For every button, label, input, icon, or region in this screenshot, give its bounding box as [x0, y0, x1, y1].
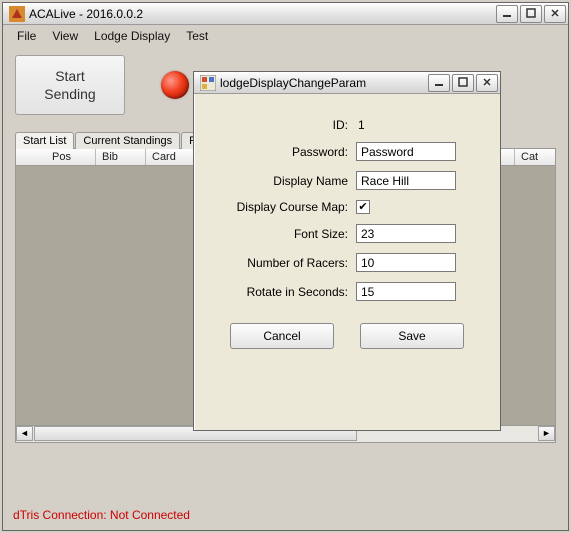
value-id: 1 — [356, 118, 365, 132]
menu-test[interactable]: Test — [186, 29, 208, 43]
cancel-button[interactable]: Cancel — [230, 323, 334, 349]
save-button[interactable]: Save — [360, 323, 464, 349]
scroll-left-icon[interactable]: ◄ — [16, 426, 33, 441]
label-password: Password: — [206, 145, 356, 159]
menu-view[interactable]: View — [52, 29, 78, 43]
col-card[interactable]: Card — [146, 149, 196, 165]
tab-current-standings[interactable]: Current Standings — [75, 132, 180, 149]
status-light-icon — [161, 71, 189, 99]
dialog-close-button[interactable] — [476, 74, 498, 92]
label-display-name: Display Name — [206, 174, 356, 188]
col-bib[interactable]: Bib — [96, 149, 146, 165]
rotate-seconds-field[interactable] — [356, 282, 456, 301]
tab-start-list[interactable]: Start List — [15, 132, 74, 149]
start-sending-button[interactable]: Start Sending — [15, 55, 125, 115]
menubar: File View Lodge Display Test — [3, 25, 568, 47]
label-rotate: Rotate in Seconds: — [206, 285, 356, 299]
label-num-racers: Number of Racers: — [206, 256, 356, 270]
course-map-checkbox[interactable]: ✔ — [356, 200, 370, 214]
col-pos[interactable]: Pos — [46, 149, 96, 165]
minimize-button[interactable] — [496, 5, 518, 23]
col-cat[interactable]: Cat — [515, 149, 555, 165]
dialog-titlebar: lodgeDisplayChangeParam — [194, 72, 500, 94]
dialog-maximize-button[interactable] — [452, 74, 474, 92]
password-field[interactable] — [356, 142, 456, 161]
lodge-display-dialog: lodgeDisplayChangeParam ID: 1 Password: — [193, 71, 501, 431]
label-id: ID: — [206, 118, 356, 132]
dialog-icon — [200, 75, 216, 91]
window-title: ACALive - 2016.0.0.2 — [29, 7, 496, 21]
scroll-right-icon[interactable]: ► — [538, 426, 555, 441]
connection-status: dTris Connection: Not Connected — [13, 508, 190, 522]
menu-lodge-display[interactable]: Lodge Display — [94, 29, 170, 43]
dialog-minimize-button[interactable] — [428, 74, 450, 92]
menu-file[interactable]: File — [17, 29, 36, 43]
num-racers-field[interactable] — [356, 253, 456, 272]
close-button[interactable] — [544, 5, 566, 23]
label-course-map: Display Course Map: — [206, 200, 356, 214]
font-size-field[interactable] — [356, 224, 456, 243]
dialog-title: lodgeDisplayChangeParam — [220, 76, 428, 90]
label-font-size: Font Size: — [206, 227, 356, 241]
status-bar: dTris Connection: Not Connected — [7, 504, 564, 526]
display-name-field[interactable] — [356, 171, 456, 190]
app-icon — [9, 6, 25, 22]
maximize-button[interactable] — [520, 5, 542, 23]
main-window: ACALive - 2016.0.0.2 File View Lodge Dis… — [2, 2, 569, 531]
titlebar: ACALive - 2016.0.0.2 — [3, 3, 568, 25]
